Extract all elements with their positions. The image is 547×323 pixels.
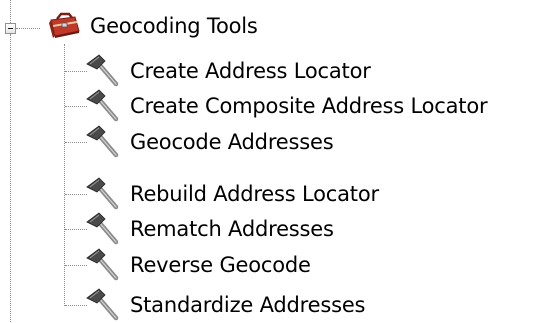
tool-node-create-composite-address-locator[interactable]: Create Composite Address Locator	[82, 88, 488, 124]
minus-icon	[8, 28, 13, 29]
hammer-icon	[82, 54, 124, 88]
hammer-icon	[82, 288, 124, 322]
tool-label: Reverse Geocode	[130, 253, 311, 277]
tool-node-rematch-addresses[interactable]: Rematch Addresses	[82, 211, 334, 247]
hammer-icon	[82, 125, 124, 159]
tool-node-standardize-addresses[interactable]: Standardize Addresses	[82, 287, 365, 323]
collapse-toggle[interactable]	[5, 23, 16, 34]
toolbox-node-geocoding-tools[interactable]: Geocoding Tools	[44, 8, 258, 44]
toolbox-label: Geocoding Tools	[90, 14, 258, 38]
tool-label: Standardize Addresses	[130, 293, 366, 317]
tree-connector-root-branch	[16, 28, 40, 29]
tool-label: Create Composite Address Locator	[130, 94, 488, 118]
hammer-icon	[82, 177, 124, 211]
tree-connector-root-trunk	[10, 34, 11, 322]
tool-label: Geocode Addresses	[130, 130, 334, 154]
hammer-icon	[82, 248, 124, 282]
tool-node-create-address-locator[interactable]: Create Address Locator	[82, 53, 371, 89]
toolbox-icon	[44, 9, 84, 43]
tool-label: Rebuild Address Locator	[130, 182, 379, 206]
tree-connector-top	[10, 0, 11, 23]
tool-label: Rematch Addresses	[130, 217, 334, 241]
tool-node-rebuild-address-locator[interactable]: Rebuild Address Locator	[82, 176, 379, 212]
tool-node-geocode-addresses[interactable]: Geocode Addresses	[82, 124, 334, 160]
hammer-icon	[82, 212, 124, 246]
tool-node-reverse-geocode[interactable]: Reverse Geocode	[82, 247, 311, 283]
hammer-icon	[82, 89, 124, 123]
toolbox-tree: Geocoding Tools Create Address Locator C…	[0, 0, 547, 322]
tool-label: Create Address Locator	[130, 59, 371, 83]
tree-connector-children-trunk	[64, 44, 65, 306]
